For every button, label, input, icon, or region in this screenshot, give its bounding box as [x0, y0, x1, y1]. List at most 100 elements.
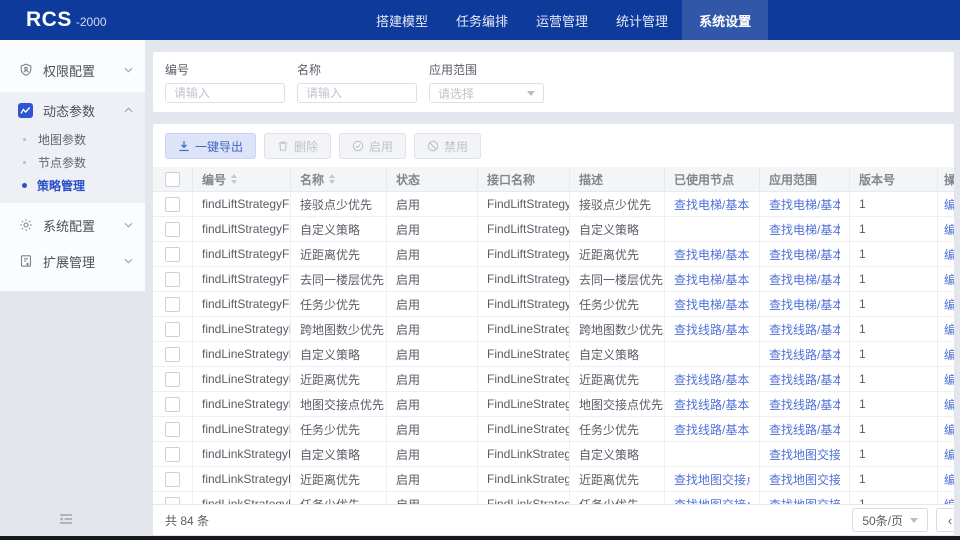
- cell-check: [153, 292, 193, 316]
- row-checkbox[interactable]: [165, 272, 180, 287]
- cell-action: 编辑: [938, 192, 954, 216]
- nodes-link[interactable]: 查找线路/基本属性/查找: [674, 321, 750, 338]
- sort-icon[interactable]: [329, 174, 335, 184]
- chevron-up-icon: [124, 107, 133, 113]
- sort-icon[interactable]: [231, 174, 237, 184]
- cell-status: 启用: [387, 442, 478, 466]
- cell-interface: FindLiftStrategy: [478, 217, 570, 241]
- filter-select[interactable]: 请选择: [429, 83, 544, 103]
- edit-link[interactable]: 编辑: [944, 446, 954, 463]
- cell-code: findLinkStrategyFor...: [193, 442, 291, 466]
- sidebar-group[interactable]: 权限配置: [0, 52, 145, 88]
- sidebar-group[interactable]: 动态参数: [0, 92, 145, 128]
- nodes-link[interactable]: 查找电梯/基本属性/查找: [674, 196, 750, 213]
- cell-version: 1: [850, 317, 938, 341]
- column-header-name[interactable]: 名称: [291, 167, 387, 191]
- cell-interface: FindLiftStrategy: [478, 242, 570, 266]
- toolbar-button[interactable]: 启用: [339, 133, 406, 159]
- nodes-link[interactable]: 查找电梯/基本属性/查找: [674, 296, 750, 313]
- column-header-code[interactable]: 编号: [193, 167, 291, 191]
- nodes-link[interactable]: 查找线路/基本属性/查找: [674, 421, 750, 438]
- scope-link[interactable]: 查找电梯/基本属性/查找: [769, 296, 840, 313]
- scope-link[interactable]: 查找线路/基本属性/查找: [769, 371, 840, 388]
- edit-link[interactable]: 编辑: [944, 471, 954, 488]
- row-checkbox[interactable]: [165, 322, 180, 337]
- edit-link[interactable]: 编辑: [944, 346, 954, 363]
- edit-link[interactable]: 编辑: [944, 396, 954, 413]
- sidebar-subitem-label: 节点参数: [38, 154, 86, 171]
- edit-link[interactable]: 编辑: [944, 221, 954, 238]
- row-checkbox[interactable]: [165, 472, 180, 487]
- nodes-link[interactable]: 查找地图交接点/基本属性: [674, 471, 750, 488]
- scope-link[interactable]: 查找电梯/基本属性/查找: [769, 221, 840, 238]
- filter-field-label: 应用范围: [429, 61, 544, 78]
- row-checkbox[interactable]: [165, 347, 180, 362]
- sidebar-subitem[interactable]: 节点参数: [0, 151, 145, 174]
- scope-link[interactable]: 查找地图交接点/基本属性: [769, 496, 840, 505]
- page-size-select[interactable]: 50条/页: [852, 508, 928, 532]
- nodes-link[interactable]: 查找线路/基本属性/查找: [674, 371, 750, 388]
- edit-link[interactable]: 编辑: [944, 196, 954, 213]
- nav-item[interactable]: 搭建模型: [362, 0, 442, 40]
- toolbar-button[interactable]: 删除: [264, 133, 331, 159]
- row-checkbox[interactable]: [165, 422, 180, 437]
- sidebar-subitem[interactable]: 策略管理: [0, 174, 145, 197]
- row-checkbox[interactable]: [165, 297, 180, 312]
- filter-input[interactable]: [297, 83, 417, 103]
- scope-link[interactable]: 查找线路/基本属性/查找: [769, 396, 840, 413]
- nodes-link[interactable]: 查找电梯/基本属性/查找: [674, 246, 750, 263]
- edit-link[interactable]: 编辑: [944, 246, 954, 263]
- nodes-link[interactable]: 查找电梯/基本属性/查找: [674, 271, 750, 288]
- nav-item[interactable]: 统计管理: [602, 0, 682, 40]
- scope-link[interactable]: 查找地图交接点/基本属性: [769, 471, 840, 488]
- row-checkbox[interactable]: [165, 397, 180, 412]
- cell-name: 自定义策略: [291, 342, 387, 366]
- cell-name: 自定义策略: [291, 217, 387, 241]
- nav-menu: 搭建模型任务编排运营管理统计管理系统设置: [362, 0, 768, 40]
- nodes-link[interactable]: 查找线路/基本属性/查找: [674, 396, 750, 413]
- edit-link[interactable]: 编辑: [944, 371, 954, 388]
- nav-item[interactable]: 任务编排: [442, 0, 522, 40]
- nodes-link[interactable]: 查找地图交接点/基本属性: [674, 496, 750, 505]
- row-checkbox[interactable]: [165, 447, 180, 462]
- toolbar-button[interactable]: 禁用: [414, 133, 481, 159]
- scope-link[interactable]: 查找线路/基本属性/查找: [769, 421, 840, 438]
- cell-desc: 任务少优先: [570, 492, 665, 504]
- sidebar-collapse-icon[interactable]: [58, 512, 74, 531]
- scope-link[interactable]: 查找电梯/基本属性/查找: [769, 246, 840, 263]
- row-checkbox[interactable]: [165, 222, 180, 237]
- sidebar-subitem[interactable]: 地图参数: [0, 128, 145, 151]
- nav-item[interactable]: 系统设置: [682, 0, 768, 40]
- cell-nodes: [665, 217, 760, 241]
- column-header-nodes: 已使用节点: [665, 167, 760, 191]
- row-checkbox[interactable]: [165, 372, 180, 387]
- edit-link[interactable]: 编辑: [944, 496, 954, 505]
- sidebar-group[interactable]: 系统配置: [0, 207, 145, 243]
- scope-link[interactable]: 查找地图交接点/基本属性: [769, 446, 840, 463]
- select-all-checkbox[interactable]: [165, 172, 180, 187]
- nav-item[interactable]: 运营管理: [522, 0, 602, 40]
- scope-link[interactable]: 查找线路/基本属性/查找: [769, 321, 840, 338]
- chevron-down-icon: [124, 67, 133, 73]
- table-toolbar: 一键导出 删除 启用禁用: [153, 124, 954, 167]
- scope-link[interactable]: 查找电梯/基本属性/查找: [769, 196, 840, 213]
- scope-link[interactable]: 查找电梯/基本属性/查找: [769, 271, 840, 288]
- edit-link[interactable]: 编辑: [944, 296, 954, 313]
- sidebar-group[interactable]: 扩展管理: [0, 243, 145, 279]
- scope-link[interactable]: 查找线路/基本属性/查找: [769, 346, 840, 363]
- table-scroll-area[interactable]: 编号名称状态接口名称描述已使用节点应用范围版本号操作findLiftStrate…: [153, 167, 954, 504]
- cell-interface: FindLineStrategy: [478, 392, 570, 416]
- toolbar-button-label: 删除: [294, 138, 318, 155]
- edit-link[interactable]: 编辑: [944, 271, 954, 288]
- edit-link[interactable]: 编辑: [944, 421, 954, 438]
- cell-code: findLineStrategyFor...: [193, 367, 291, 391]
- prev-page-button[interactable]: ‹: [936, 508, 954, 532]
- toolbar-button[interactable]: 一键导出: [165, 133, 256, 159]
- cell-action: 编辑: [938, 367, 954, 391]
- row-checkbox[interactable]: [165, 497, 180, 505]
- row-checkbox[interactable]: [165, 247, 180, 262]
- row-checkbox[interactable]: [165, 197, 180, 212]
- cell-check: [153, 192, 193, 216]
- filter-input[interactable]: [165, 83, 285, 103]
- edit-link[interactable]: 编辑: [944, 321, 954, 338]
